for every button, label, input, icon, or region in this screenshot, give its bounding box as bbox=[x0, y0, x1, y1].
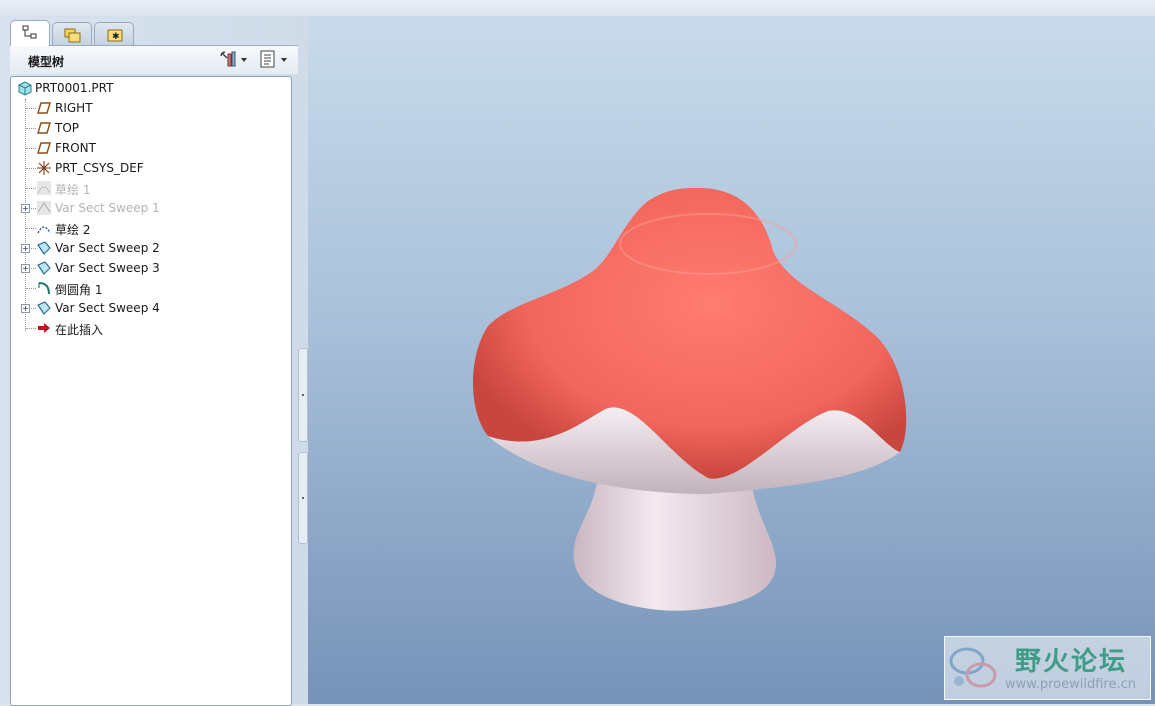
datum-plane-icon bbox=[37, 122, 51, 134]
tree-item-label: 草绘 1 bbox=[55, 183, 91, 197]
chevron-down-icon bbox=[241, 58, 247, 62]
sketch-icon bbox=[37, 226, 51, 234]
chevron-down-icon bbox=[281, 58, 287, 62]
sketch-icon bbox=[37, 181, 51, 195]
watermark-url: www.proewildfire.cn bbox=[1005, 677, 1136, 692]
part-icon bbox=[18, 81, 32, 96]
panel-splitter-handle-2[interactable] bbox=[298, 452, 308, 544]
tree-item-top[interactable]: TOP bbox=[11, 118, 281, 138]
folder-browser-icon bbox=[64, 28, 81, 43]
watermark-logo-icon bbox=[949, 647, 997, 688]
show-columns-icon bbox=[260, 50, 275, 68]
tree-item-csys[interactable]: PRT_CSYS_DEF bbox=[11, 158, 281, 178]
favorites-icon: ✱ bbox=[107, 29, 123, 42]
tree-root-label: PRT0001.PRT bbox=[35, 81, 114, 95]
tree-item-var-sect-sweep-1[interactable]: + Var Sect Sweep 1 bbox=[11, 198, 281, 218]
tree-branch-line bbox=[26, 128, 36, 129]
tree-item-sketch-2[interactable]: 草绘 2 bbox=[11, 218, 281, 238]
tab-favorites[interactable]: ✱ bbox=[94, 22, 134, 45]
datum-plane-icon bbox=[37, 142, 51, 154]
settings-tools-icon bbox=[220, 51, 236, 67]
tree-show-button[interactable] bbox=[258, 49, 290, 71]
model-tree-header: 模型树 bbox=[10, 46, 298, 74]
tree-item-label: 倒圆角 1 bbox=[55, 283, 103, 297]
graphics-viewport[interactable]: 野火论坛 www.proewildfire.cn bbox=[308, 16, 1155, 704]
svg-text:✱: ✱ bbox=[112, 32, 120, 42]
datum-plane-icon bbox=[37, 102, 51, 114]
expand-icon[interactable]: + bbox=[21, 304, 30, 313]
tree-item-sketch-1[interactable]: 草绘 1 bbox=[11, 178, 281, 198]
tree-branch-line bbox=[26, 148, 36, 149]
tree-branch-line bbox=[26, 288, 36, 289]
tree-item-right[interactable]: RIGHT bbox=[11, 98, 281, 118]
insert-here-arrow-icon bbox=[38, 323, 50, 333]
tree-item-label: TOP bbox=[55, 121, 80, 135]
sweep-icon bbox=[37, 301, 51, 315]
tree-branch-line bbox=[26, 108, 36, 109]
tree-item-label: PRT_CSYS_DEF bbox=[55, 161, 144, 175]
tree-item-var-sect-sweep-3[interactable]: + Var Sect Sweep 3 bbox=[11, 258, 281, 278]
forum-watermark: 野火论坛 www.proewildfire.cn bbox=[944, 636, 1151, 700]
grip-dot bbox=[302, 497, 304, 499]
expand-icon[interactable]: + bbox=[21, 204, 30, 213]
coordinate-system-icon bbox=[37, 161, 51, 175]
model-tree-icon bbox=[22, 25, 37, 39]
tree-item-label: Var Sect Sweep 1 bbox=[55, 201, 160, 215]
tree-branch-line bbox=[26, 188, 36, 189]
panel-splitter-handle[interactable] bbox=[298, 348, 308, 442]
tree-item-var-sect-sweep-2[interactable]: + Var Sect Sweep 2 bbox=[11, 238, 281, 258]
watermark-title: 野火论坛 bbox=[1015, 647, 1128, 677]
tree-branch-line bbox=[26, 168, 36, 169]
tree-item-label: 草绘 2 bbox=[55, 223, 91, 237]
tree-item-round-1[interactable]: 倒圆角 1 bbox=[11, 278, 281, 298]
navigator-panel: ✱ 模型树 PRT0001.PRT RIGHT TOP FRONT PRT_CS… bbox=[0, 16, 308, 706]
tree-branch-line bbox=[26, 328, 36, 329]
tree-item-front[interactable]: FRONT bbox=[11, 138, 281, 158]
mushroom-3d-model bbox=[473, 187, 907, 611]
expand-icon[interactable]: + bbox=[21, 244, 30, 253]
sweep-icon bbox=[37, 241, 51, 255]
tree-item-label: 在此插入 bbox=[55, 323, 104, 337]
expand-icon[interactable]: + bbox=[21, 264, 30, 273]
top-toolbar-strip bbox=[0, 0, 1155, 17]
tree-item-label: FRONT bbox=[55, 141, 96, 155]
tree-item-label: Var Sect Sweep 4 bbox=[55, 301, 160, 315]
model-tree-title: 模型树 bbox=[28, 55, 65, 69]
model-tree: PRT0001.PRT RIGHT TOP FRONT PRT_CSYS_DEF… bbox=[10, 76, 292, 706]
sweep-icon bbox=[37, 261, 51, 275]
tree-settings-button[interactable] bbox=[218, 49, 250, 71]
tab-folder-browser[interactable] bbox=[52, 22, 92, 45]
sweep-icon bbox=[37, 201, 51, 215]
tree-item-var-sect-sweep-4[interactable]: + Var Sect Sweep 4 bbox=[11, 298, 281, 318]
tree-item-label: Var Sect Sweep 2 bbox=[55, 241, 160, 255]
tab-model-tree[interactable] bbox=[10, 20, 50, 46]
tree-branch-line bbox=[26, 228, 36, 229]
round-icon bbox=[38, 282, 50, 295]
tree-item-label: RIGHT bbox=[55, 101, 93, 115]
grip-dot bbox=[302, 394, 304, 396]
navigator-tabs: ✱ bbox=[10, 20, 150, 46]
tree-item-insert-here[interactable]: 在此插入 bbox=[11, 318, 281, 338]
tree-root-node[interactable]: PRT0001.PRT bbox=[11, 78, 281, 98]
tree-item-label: Var Sect Sweep 3 bbox=[55, 261, 160, 275]
